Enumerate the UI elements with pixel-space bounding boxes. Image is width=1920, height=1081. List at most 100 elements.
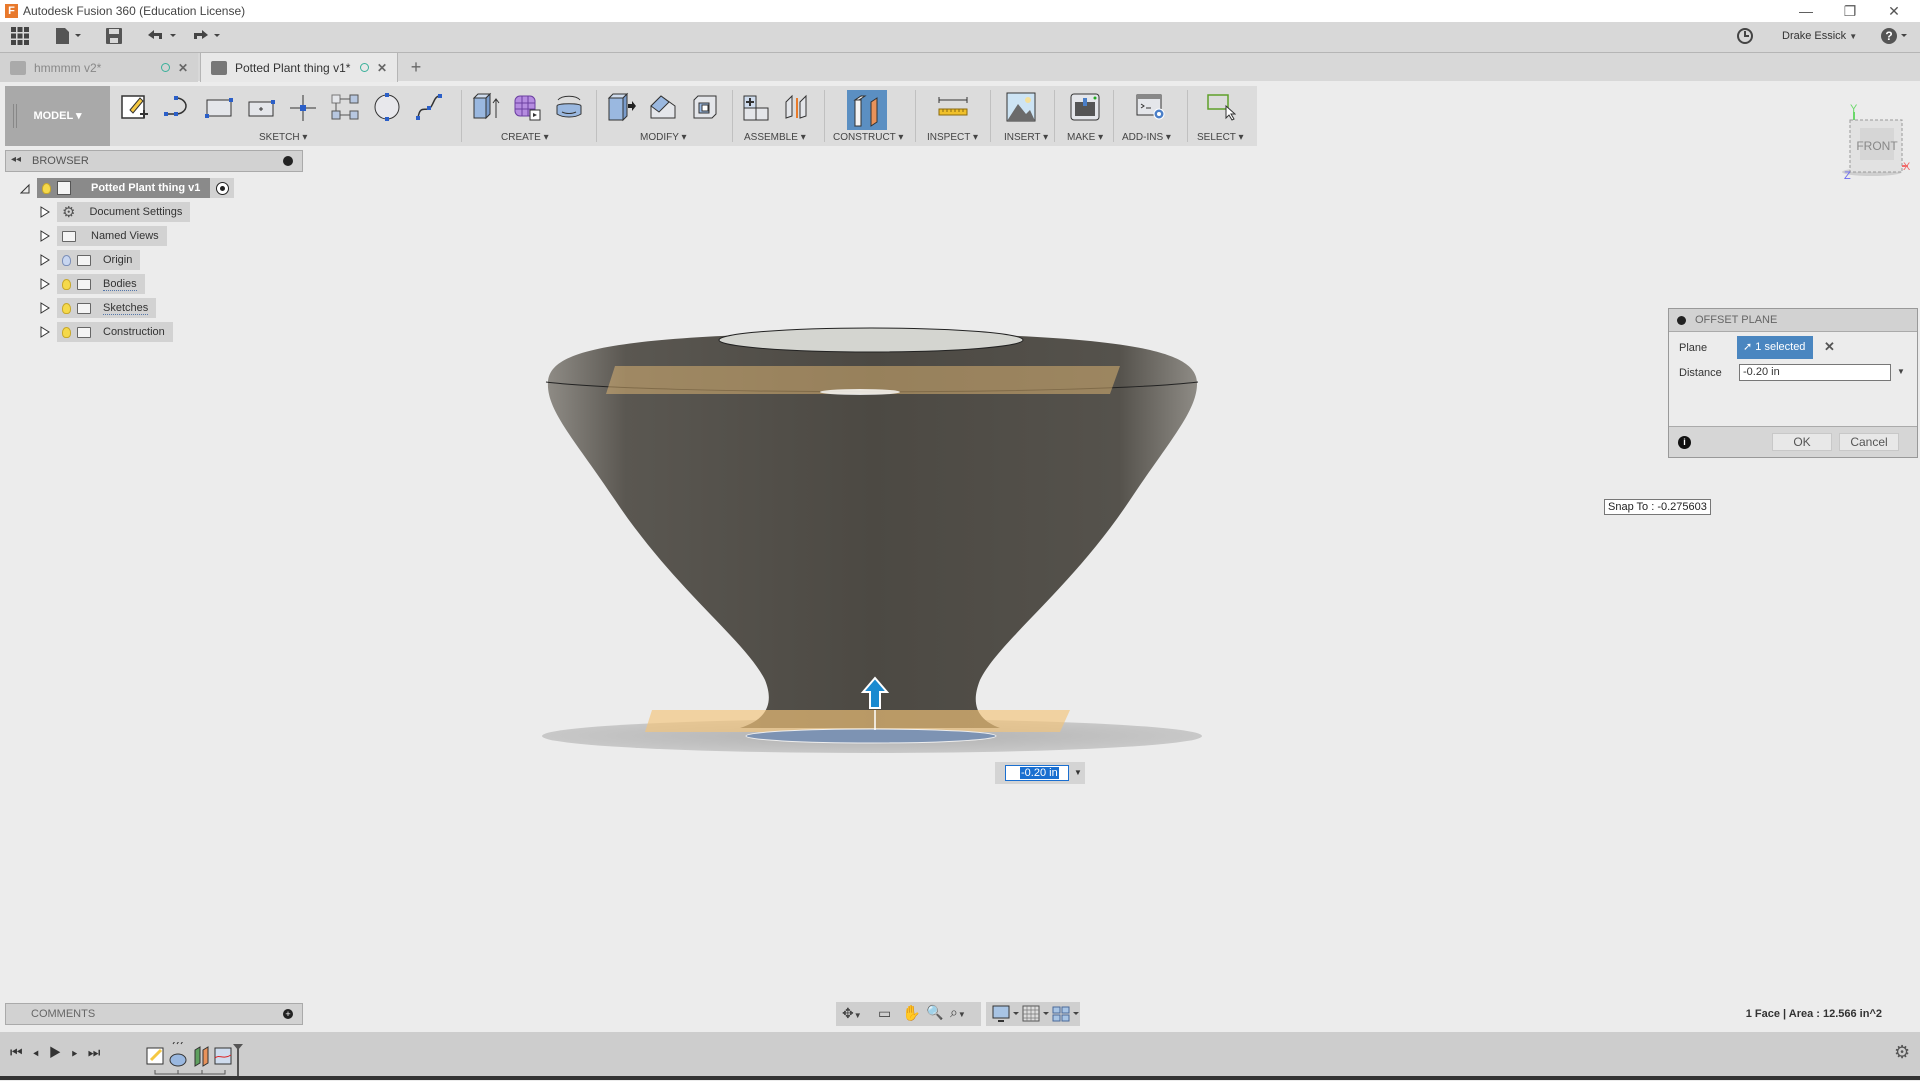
expand-triangle-icon[interactable]: [40, 302, 50, 314]
minimize-button[interactable]: —: [1784, 0, 1828, 22]
browser-root[interactable]: Potted Plant thing v1: [20, 178, 235, 198]
step-back-icon[interactable]: ◂: [33, 1044, 49, 1060]
zoom-icon[interactable]: 🔍: [926, 1004, 943, 1021]
fillet-icon[interactable]: [648, 92, 678, 122]
point-icon[interactable]: [288, 92, 318, 122]
go-to-start-icon[interactable]: ⏮: [10, 1044, 33, 1060]
root-component[interactable]: Potted Plant thing v1: [37, 178, 211, 198]
comments-panel-header[interactable]: COMMENTS +: [5, 1003, 303, 1025]
browser-panel-header[interactable]: ◂◂ BROWSER: [5, 150, 303, 172]
timeline-revolve-feature[interactable]: [169, 1040, 187, 1067]
window-select-icon[interactable]: [1206, 92, 1237, 122]
visibility-bulb-icon[interactable]: [62, 302, 71, 314]
tab-potted-plant[interactable]: Potted Plant thing v1* ✕: [200, 53, 398, 82]
browser-item-origin[interactable]: Origin: [40, 250, 141, 270]
view-cube[interactable]: FRONT Y X Z: [1820, 100, 1911, 190]
insert-menu[interactable]: INSERT ▾: [1004, 132, 1048, 143]
extrude-icon[interactable]: [470, 92, 500, 122]
line-icon[interactable]: [162, 92, 192, 122]
go-to-end-icon[interactable]: ⏭: [88, 1044, 111, 1060]
cancel-button[interactable]: Cancel: [1839, 433, 1899, 451]
save-icon[interactable]: [104, 27, 124, 47]
joint-icon[interactable]: [782, 92, 812, 122]
close-window-button[interactable]: ✕: [1872, 0, 1916, 22]
center-rectangle-icon[interactable]: [246, 92, 276, 122]
press-pull-icon[interactable]: [606, 92, 636, 122]
new-tab-button[interactable]: +: [404, 53, 428, 82]
visibility-bulb-icon[interactable]: [62, 326, 71, 338]
display-settings-icon[interactable]: [992, 1005, 1020, 1026]
expand-triangle-icon[interactable]: [40, 278, 50, 290]
dialog-header[interactable]: OFFSET PLANE: [1669, 309, 1917, 332]
viewports-icon[interactable]: [1052, 1005, 1080, 1026]
plane-selection-button[interactable]: ➚ 1 selected: [1737, 336, 1813, 359]
help-button[interactable]: ?: [1880, 27, 1910, 47]
expand-triangle-icon[interactable]: [40, 254, 50, 266]
pattern-icon[interactable]: [330, 92, 360, 122]
browser-item-document-settings[interactable]: ⚙ Document Settings: [40, 202, 191, 222]
create-form-icon[interactable]: [512, 92, 542, 122]
browser-item-construction[interactable]: Construction: [40, 322, 173, 342]
inspect-menu[interactable]: INSPECT ▾: [927, 132, 978, 143]
undo-button[interactable]: [146, 27, 180, 47]
offset-plane-icon[interactable]: [847, 90, 887, 130]
pot-top-opening[interactable]: [718, 327, 1024, 353]
browser-item-bodies[interactable]: Bodies: [40, 274, 145, 294]
new-component-icon[interactable]: [740, 92, 770, 122]
browser-item-named-views[interactable]: Named Views: [40, 226, 167, 246]
spline-icon[interactable]: [414, 92, 444, 122]
play-icon[interactable]: ▶: [49, 1044, 72, 1060]
distance-input[interactable]: -0.20 in: [1739, 364, 1891, 381]
addins-menu[interactable]: ADD-INS ▾: [1122, 132, 1171, 143]
user-menu[interactable]: Drake Essick ▼: [1782, 30, 1857, 42]
visibility-bulb-icon[interactable]: [42, 182, 51, 194]
model-canvas[interactable]: [530, 310, 1220, 770]
clear-selection-icon[interactable]: ✕: [1824, 339, 1835, 355]
construct-menu[interactable]: CONSTRUCT ▾: [833, 132, 903, 143]
insert-image-icon[interactable]: [1006, 92, 1036, 122]
redo-button[interactable]: [190, 27, 224, 47]
scripts-addins-icon[interactable]: [1136, 92, 1166, 122]
apps-grid-icon[interactable]: [10, 27, 30, 47]
browser-minimize-icon[interactable]: [283, 156, 293, 166]
expand-triangle-icon[interactable]: [40, 326, 50, 338]
rectangle-icon[interactable]: [204, 92, 234, 122]
pan-icon[interactable]: ✋: [902, 1004, 921, 1022]
expand-triangle-icon[interactable]: [40, 230, 50, 242]
tab-hmmmm[interactable]: hmmmm v2* ✕: [0, 53, 198, 82]
toolbar-grip[interactable]: [13, 104, 17, 128]
inline-distance-field[interactable]: -0.20 in: [1005, 765, 1069, 781]
look-at-icon[interactable]: ▭: [878, 1005, 891, 1022]
shell-icon[interactable]: [690, 92, 720, 122]
orbit-icon[interactable]: ✥▼: [842, 1005, 862, 1022]
collapse-triangle-icon[interactable]: [20, 182, 30, 194]
file-menu-button[interactable]: [54, 27, 84, 47]
create-menu[interactable]: CREATE ▾: [501, 132, 549, 143]
distance-dropdown-icon[interactable]: ▼: [1897, 367, 1905, 376]
select-menu[interactable]: SELECT ▾: [1197, 132, 1244, 143]
modify-menu[interactable]: MODIFY ▾: [640, 132, 687, 143]
close-tab-icon[interactable]: ✕: [377, 61, 387, 75]
create-sketch-icon[interactable]: [120, 92, 150, 122]
ok-button[interactable]: OK: [1772, 433, 1832, 451]
activate-component-icon[interactable]: [210, 178, 235, 198]
step-forward-icon[interactable]: ▸: [71, 1044, 87, 1060]
grid-settings-icon[interactable]: [1022, 1005, 1050, 1026]
workspace-switcher[interactable]: MODEL ▾: [5, 86, 110, 146]
make-menu[interactable]: MAKE ▾: [1067, 132, 1103, 143]
timeline-plane-feature[interactable]: [194, 1046, 209, 1067]
timeline-sketch-feature[interactable]: [146, 1047, 164, 1065]
3d-print-icon[interactable]: [1070, 92, 1100, 122]
restore-button[interactable]: ❐: [1828, 0, 1872, 22]
info-icon[interactable]: i: [1678, 436, 1691, 449]
add-comment-icon[interactable]: +: [283, 1009, 293, 1019]
browser-item-sketches[interactable]: Sketches: [40, 298, 157, 318]
timeline-split-feature[interactable]: [214, 1047, 232, 1065]
job-status-icon[interactable]: [1735, 27, 1755, 47]
timeline-marker[interactable]: [233, 1044, 243, 1076]
selected-bottom-face[interactable]: [745, 728, 997, 744]
collapse-browser-icon[interactable]: ◂◂: [11, 154, 21, 165]
fit-icon[interactable]: ⌕▼: [950, 1004, 966, 1021]
inline-distance-dropdown-icon[interactable]: ▼: [1074, 768, 1082, 777]
expand-triangle-icon[interactable]: [40, 206, 50, 218]
